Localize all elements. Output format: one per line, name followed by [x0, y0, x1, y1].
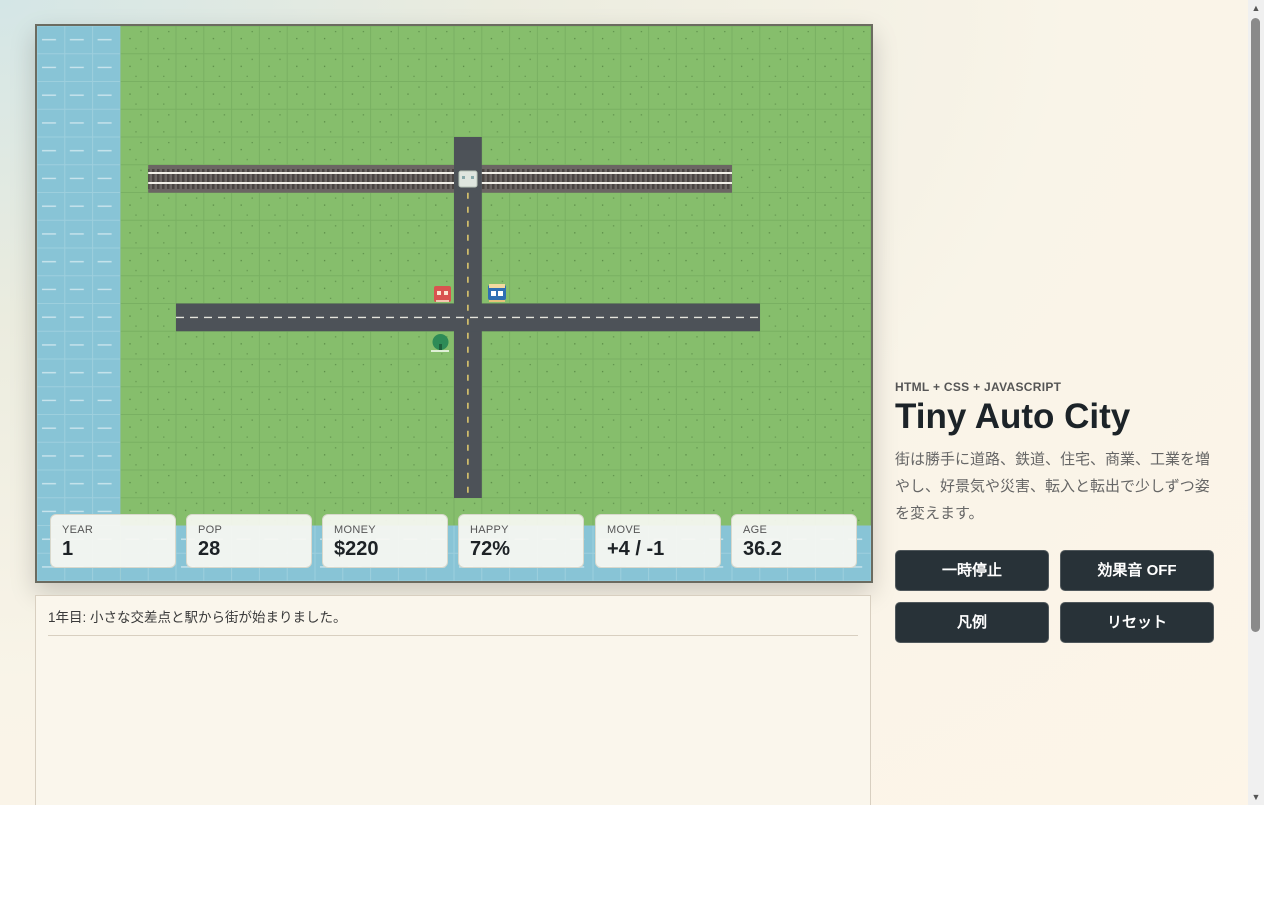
stat-value: +4 / -1 [607, 538, 665, 560]
legend-button[interactable]: 凡例 [895, 602, 1049, 643]
stat-age: AGE 36.2 [731, 514, 857, 568]
stat-value: 28 [198, 538, 221, 560]
residential-building[interactable] [488, 284, 506, 302]
city-map[interactable]: YEAR 1 POP 28 MONEY $220 HAPPY 72% MOVE … [35, 24, 873, 583]
commercial-building[interactable] [434, 286, 451, 302]
event-log[interactable]: 1年目: 小さな交差点と駅から街が始まりました。 [35, 595, 871, 805]
control-buttons: 一時停止 効果音 OFF 凡例 リセット [895, 550, 1215, 644]
app-description: 街は勝手に道路、鉄道、住宅、商業、工業を増やし、好景気や災害、転入と転出で少しず… [895, 451, 1211, 522]
scroll-down-icon[interactable]: ▼ [1248, 789, 1264, 805]
page-title: Tiny Auto City [895, 397, 1131, 436]
stat-label: MONEY [334, 524, 376, 536]
log-entry: 1年目: 小さな交差点と駅から街が始まりました。 [48, 606, 858, 636]
stat-label: POP [198, 524, 223, 536]
stat-label: YEAR [62, 524, 94, 536]
railway [148, 165, 732, 193]
reset-button[interactable]: リセット [1060, 602, 1214, 643]
sound-toggle-button[interactable]: 効果音 OFF [1060, 550, 1214, 591]
city-map-canvas[interactable] [37, 26, 871, 581]
stat-value: 1 [62, 538, 74, 560]
scroll-up-icon[interactable]: ▲ [1248, 0, 1264, 16]
stat-label: HAPPY [470, 524, 509, 536]
stat-move: MOVE +4 / -1 [595, 514, 721, 568]
scrollbar-thumb[interactable] [1251, 18, 1260, 632]
stat-happy: HAPPY 72% [458, 514, 584, 568]
station-building[interactable] [458, 170, 478, 188]
vertical-scrollbar[interactable]: ▲ ▼ [1248, 0, 1264, 805]
stat-year: YEAR 1 [50, 514, 176, 568]
page-viewport: YEAR 1 POP 28 MONEY $220 HAPPY 72% MOVE … [0, 0, 1264, 805]
stat-label: MOVE [607, 524, 641, 536]
stat-money: MONEY $220 [322, 514, 448, 568]
tech-kicker: HTML + CSS + JAVASCRIPT [895, 380, 1062, 394]
stat-value: $220 [334, 538, 379, 560]
pause-button[interactable]: 一時停止 [895, 550, 1049, 591]
stat-label: AGE [743, 524, 768, 536]
stat-pop: POP 28 [186, 514, 312, 568]
stat-value: 36.2 [743, 538, 782, 560]
stat-value: 72% [470, 538, 511, 560]
side-panel: HTML + CSS + JAVASCRIPT Tiny Auto City 街… [895, 380, 1215, 644]
